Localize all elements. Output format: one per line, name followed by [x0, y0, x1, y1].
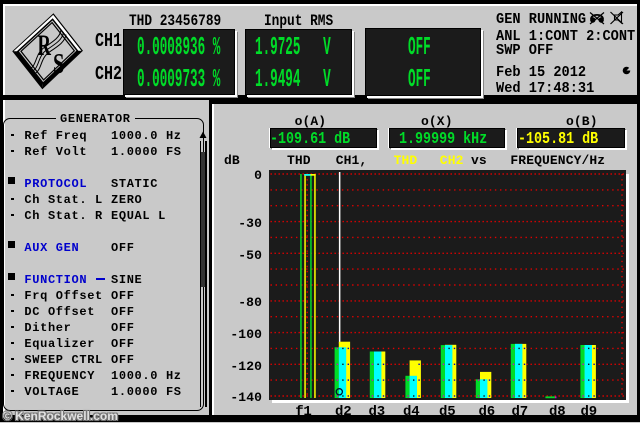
svg-text:R: R — [38, 30, 52, 62]
svg-text:S: S — [53, 49, 64, 80]
